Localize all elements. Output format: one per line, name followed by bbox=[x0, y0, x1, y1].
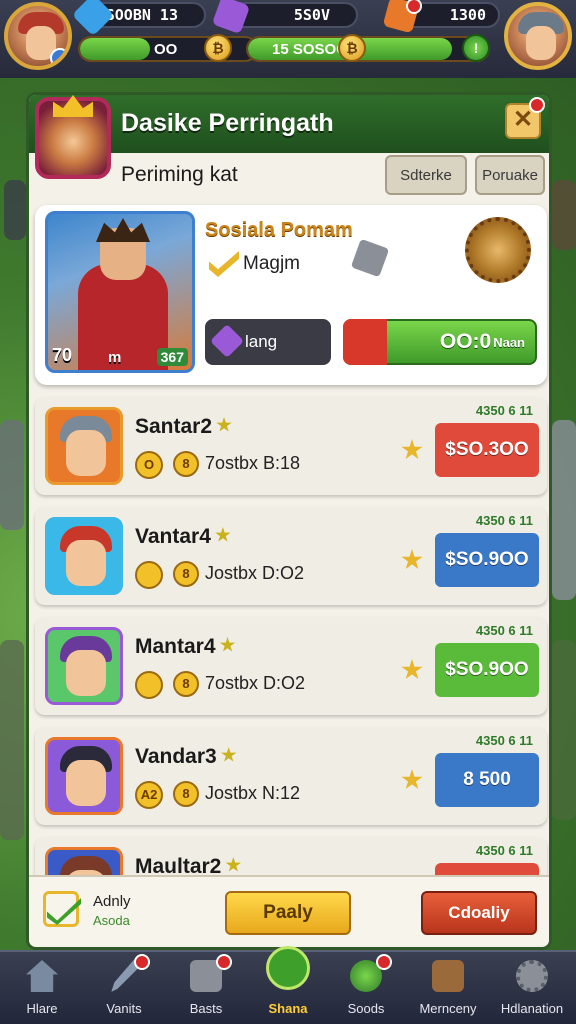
auto-sublabel: Asoda bbox=[93, 913, 130, 928]
hero-id: 4350 6 11 bbox=[475, 843, 533, 858]
resource-counter-gems[interactable]: SOOBN 13 bbox=[71, 0, 206, 37]
home-icon bbox=[26, 960, 58, 992]
hero-stat: 7ostbx D:O2 bbox=[205, 673, 306, 693]
featured-hero-subtitle: Magjm bbox=[243, 253, 301, 274]
buy-button[interactable]: $SO.3OO bbox=[435, 423, 539, 477]
hero-avatar bbox=[45, 627, 123, 705]
star-icon bbox=[215, 527, 231, 542]
favorite-star-icon[interactable] bbox=[401, 549, 423, 570]
gold-bar: 15 SOSOO bbox=[246, 36, 490, 62]
favorite-star-icon[interactable] bbox=[401, 659, 423, 680]
info-icon[interactable]: ! bbox=[462, 34, 490, 62]
opponent-avatar[interactable] bbox=[504, 2, 572, 70]
hero-avatar bbox=[45, 517, 123, 595]
hero-shop-panel: Dasike Perringath ✕ Periming kat Sdterke… bbox=[26, 92, 552, 950]
rank-chevron-icon bbox=[209, 251, 239, 277]
crown-token-icon bbox=[135, 561, 163, 589]
favorite-star-icon[interactable] bbox=[401, 769, 423, 790]
coin-icon: 8 bbox=[173, 671, 199, 697]
chest-icon bbox=[343, 319, 387, 365]
coin-icon: ₿ bbox=[204, 34, 232, 62]
level-badge-icon bbox=[50, 48, 68, 66]
auto-label: Adnly bbox=[93, 893, 131, 910]
hero-name: Vandar3 bbox=[135, 745, 217, 768]
hero-id: 4350 6 11 bbox=[475, 623, 533, 638]
apply-button[interactable]: Paaly bbox=[225, 891, 351, 935]
panel-subtitle: Periming kat bbox=[121, 163, 238, 186]
token-icon: O bbox=[135, 451, 163, 479]
bottom-navigation: Hlare Vanits Basts Shana Soods Mernceny … bbox=[0, 946, 576, 1024]
star-icon bbox=[219, 637, 236, 652]
hero-avatar bbox=[45, 407, 123, 485]
nav-item-hdlanation[interactable]: Hdlanation bbox=[496, 952, 568, 1024]
player-avatar[interactable] bbox=[4, 2, 72, 70]
resource-counter-crystals[interactable]: 5S0V bbox=[211, 0, 358, 35]
gem-button[interactable]: lang bbox=[205, 319, 331, 365]
coin-icon: 8 bbox=[173, 781, 199, 807]
nav-item-basts[interactable]: Basts bbox=[170, 952, 242, 1024]
claim-timer-button[interactable]: OO:0 Naan bbox=[343, 319, 537, 365]
hero-id: 4350 6 11 bbox=[475, 513, 533, 528]
coin-icon: ₿ bbox=[338, 34, 366, 62]
cancel-button[interactable]: Cdoaliy bbox=[421, 891, 537, 935]
top-bar: SOOBN 13 5S0V 1300 OO ₿ 15 SOSOO ₿ ! bbox=[0, 0, 576, 78]
nav-item-home[interactable]: Hlare bbox=[6, 952, 78, 1024]
hero-stat: Jostbx D:O2 bbox=[205, 563, 305, 583]
hero-name: Mantar4 bbox=[135, 635, 216, 658]
list-item[interactable]: Vantar4 8 Jostbx D:O2 4350 6 11 $SO.9OO bbox=[35, 507, 547, 605]
nav-item-vanits[interactable]: Vanits bbox=[88, 952, 160, 1024]
hero-stat: Jostbx N:12 bbox=[205, 783, 301, 803]
star-icon bbox=[216, 417, 232, 432]
featured-hero-portrait: 70 m 367 bbox=[45, 211, 195, 373]
hero-id: 4350 6 11 bbox=[475, 733, 533, 748]
hero-emblem-icon bbox=[35, 95, 111, 179]
featured-hero-card[interactable]: 70 m 367 Sosiala Pomam Magjm lang OO:0 N… bbox=[35, 205, 547, 385]
tab-poruake[interactable]: Poruake bbox=[475, 155, 545, 195]
coin-icon: 8 bbox=[173, 451, 199, 477]
panel-title: Dasike Perringath bbox=[121, 109, 334, 137]
hero-name: Santar2 bbox=[135, 415, 213, 438]
resource-counter-gold[interactable]: 1300 bbox=[382, 0, 500, 34]
hero-id: 4350 6 11 bbox=[475, 403, 533, 418]
nav-item-soods[interactable]: Soods bbox=[330, 952, 402, 1024]
token-icon: A2 bbox=[135, 781, 163, 809]
buy-button[interactable]: $SO.9OO bbox=[435, 533, 539, 587]
crystal-icon bbox=[211, 0, 251, 35]
crown-token-icon bbox=[135, 671, 163, 699]
nav-item-mernceny[interactable]: Mernceny bbox=[412, 952, 484, 1024]
list-item[interactable]: Vandar3 A2 8 Jostbx N:12 4350 6 11 8 500 bbox=[35, 727, 547, 825]
star-icon bbox=[221, 747, 237, 762]
list-item[interactable]: Mantar4 8 7ostbx D:O2 4350 6 11 $SO.9OO bbox=[35, 617, 547, 715]
nav-item-shana[interactable]: Shana bbox=[252, 946, 324, 1024]
bottom-action-bar: Adnly Asoda Paaly Cdoaliy bbox=[29, 875, 549, 945]
list-item[interactable]: Santar2 O 8 7ostbx B:18 4350 6 11 $SO.3O… bbox=[35, 397, 547, 495]
favorite-star-icon[interactable] bbox=[401, 439, 423, 460]
hero-stat: 7ostbx B:18 bbox=[205, 453, 301, 473]
star-icon bbox=[225, 857, 242, 872]
tab-sdterke[interactable]: Sdterke bbox=[385, 155, 467, 195]
gem-icon bbox=[210, 324, 244, 358]
crate-icon bbox=[432, 960, 464, 992]
notification-badge bbox=[529, 97, 545, 113]
gear-icon bbox=[516, 960, 548, 992]
buy-button[interactable]: $SO.9OO bbox=[435, 643, 539, 697]
hero-name: Vantar4 bbox=[135, 525, 211, 548]
shield-icon bbox=[266, 946, 310, 990]
gear-medal-icon bbox=[465, 217, 531, 283]
featured-hero-title: Sosiala Pomam bbox=[205, 219, 353, 241]
hero-avatar bbox=[45, 737, 123, 815]
coin-icon: 8 bbox=[173, 561, 199, 587]
cube-icon bbox=[350, 238, 390, 278]
buy-button[interactable]: 8 500 bbox=[435, 753, 539, 807]
